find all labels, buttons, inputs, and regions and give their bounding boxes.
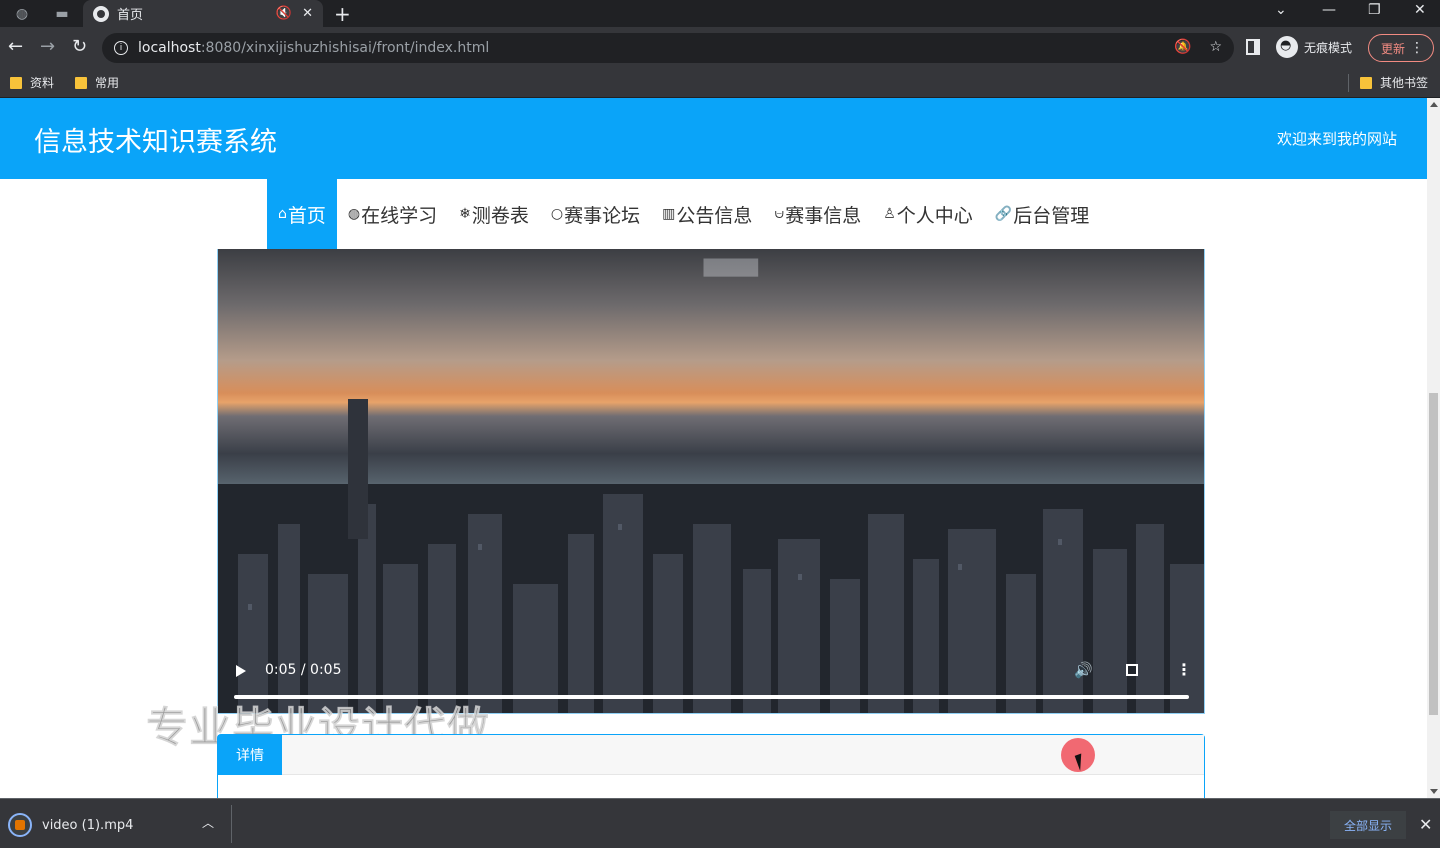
nav-item-events[interactable]: ⩁ 赛事信息 [763, 179, 872, 249]
forward-arrow-icon[interactable]: → [40, 37, 55, 57]
globe-icon[interactable]: ◍ [12, 4, 32, 24]
bookmark-label: 资料 [30, 76, 55, 90]
scroll-up-icon[interactable] [1430, 102, 1438, 107]
close-tab-icon[interactable]: ✕ [302, 6, 313, 21]
new-tab-button[interactable]: + [334, 2, 351, 26]
nav-item-announcements[interactable]: ▥ 公告信息 [651, 179, 763, 249]
nav-label: 首页 [287, 204, 326, 227]
page-viewport: 信息技术知识赛系统 欢迎来到我的网站 ⌂ 首页 ◍ 在线学习 ❄ 测卷表 ○ 赛… [0, 98, 1427, 798]
more-options-icon[interactable]: ⋮ [1176, 660, 1192, 679]
side-panel-icon[interactable] [1246, 39, 1260, 55]
nav-item-profile[interactable]: ♙ 个人中心 [872, 179, 984, 249]
site-info-icon[interactable]: i [114, 41, 128, 55]
divider [1348, 74, 1349, 92]
details-header: 详情 [218, 735, 1204, 775]
nav-label: 赛事信息 [785, 204, 862, 227]
play-icon[interactable] [236, 665, 246, 677]
tab-details[interactable]: 详情 [218, 735, 282, 775]
home-icon: ⌂ [278, 206, 287, 222]
back-arrow-icon[interactable]: ← [8, 37, 23, 57]
snowflake-icon: ❄ [459, 206, 471, 222]
announcement-icon: ▥ [662, 206, 676, 222]
nav-item-online-learning[interactable]: ◍ 在线学习 [337, 179, 448, 249]
other-bookmarks[interactable]: 其他书签 [1360, 74, 1428, 91]
bookmark-folder-changyong[interactable]: 常用 [75, 74, 119, 91]
incognito-icon [1276, 36, 1298, 58]
nav-label: 个人中心 [896, 204, 973, 227]
tower-image [348, 399, 368, 539]
scroll-down-icon[interactable] [1430, 789, 1438, 794]
nav-item-admin[interactable]: 🔗 后台管理 [984, 179, 1100, 249]
url-host: localhost [138, 40, 201, 56]
browser-tab-bar: ◍ ▬ 首页 🔇 ✕ + ⌄ — ❐ ✕ [0, 0, 1440, 27]
close-window-icon[interactable]: ✕ [1414, 2, 1426, 18]
reload-icon[interactable]: ↻ [72, 37, 87, 57]
other-bookmarks-label: 其他书签 [1380, 76, 1429, 90]
nav-label: 赛事论坛 [564, 204, 641, 227]
video-player[interactable]: ▌ 0:05 / 0:05 🔊 ⋮ [217, 249, 1205, 714]
show-all-button[interactable]: 全部显示 [1330, 811, 1406, 839]
mute-tab-icon[interactable]: 🔇 [276, 6, 292, 21]
update-button[interactable]: 更新 ⋮ [1368, 34, 1434, 62]
site-favicon-icon [93, 5, 109, 22]
incognito-indicator[interactable]: 无痕模式 [1276, 36, 1352, 58]
tab-title: 首页 [117, 8, 144, 23]
nav-label: 公告信息 [676, 204, 753, 227]
nav-item-home[interactable]: ⌂ 首页 [267, 179, 337, 249]
folder-icon [1360, 76, 1372, 89]
bookmarks-bar: 资料 常用 其他书签 [0, 68, 1440, 98]
book-icon: ⩁ [774, 206, 785, 222]
download-shelf: video (1).mp4 ︿ 全部显示 ✕ [0, 798, 1440, 848]
nav-item-forum[interactable]: ○ 赛事论坛 [540, 179, 651, 249]
video-time: 0:05 / 0:05 [265, 662, 342, 678]
volume-icon[interactable]: 🔊 [1074, 661, 1093, 679]
scroll-thumb[interactable] [1429, 393, 1438, 715]
download-item[interactable]: video (1).mp4 [8, 813, 133, 837]
bookmark-label: 常用 [95, 76, 120, 90]
fullscreen-icon[interactable] [1126, 664, 1138, 676]
bookmark-folder-ziliao[interactable]: 资料 [10, 74, 54, 91]
restore-icon[interactable]: ❐ [1368, 2, 1381, 18]
minimize-icon[interactable]: — [1322, 2, 1336, 18]
nav-item-test-papers[interactable]: ❄ 测卷表 [448, 179, 540, 249]
tab-list-chevron-icon[interactable]: ⌄ [1275, 2, 1287, 18]
page-scrollbar[interactable] [1427, 98, 1440, 798]
blocked-popup-icon[interactable]: 🔕 [1174, 39, 1191, 55]
nav-label: 后台管理 [1013, 204, 1090, 227]
link-icon: 🔗 [994, 206, 1013, 222]
divider [231, 805, 232, 843]
user-icon: ♙ [883, 206, 896, 222]
chat-bubble-icon: ○ [550, 206, 564, 222]
incognito-label: 无痕模式 [1304, 40, 1353, 55]
update-label: 更新 [1381, 41, 1406, 56]
tab-home[interactable]: 首页 🔇 ✕ [83, 0, 323, 27]
url-bar[interactable]: i localhost:8080/xinxijishuzhishisai/fro… [102, 33, 1234, 63]
tab-search-icon[interactable]: ▬ [52, 4, 72, 24]
close-icon[interactable]: ✕ [1419, 815, 1432, 834]
chevron-up-icon[interactable]: ︿ [202, 814, 214, 831]
site-title: 信息技术知识赛系统 [34, 127, 277, 158]
folder-icon [75, 76, 87, 89]
menu-dots-icon[interactable]: ⋮ [1410, 40, 1424, 56]
download-filename: video (1).mp4 [42, 817, 134, 833]
site-header: 信息技术知识赛系统 欢迎来到我的网站 [0, 98, 1427, 179]
nav-label: 在线学习 [361, 204, 438, 227]
details-panel: 详情 [217, 734, 1205, 798]
video-file-icon [8, 813, 32, 837]
address-toolbar: ← → ↻ i localhost:8080/xinxijishuzhishis… [0, 27, 1440, 68]
nav-label: 测卷表 [471, 204, 529, 227]
folder-icon [10, 76, 22, 89]
welcome-text: 欢迎来到我的网站 [1276, 130, 1397, 148]
video-frame-image: ▌ [218, 249, 1204, 713]
main-nav: ⌂ 首页 ◍ 在线学习 ❄ 测卷表 ○ 赛事论坛 ▥ 公告信息 ⩁ 赛事信息 ♙… [267, 179, 1100, 249]
globe-icon: ◍ [347, 206, 361, 222]
bookmark-star-icon[interactable]: ☆ [1209, 39, 1222, 55]
url-path: :8080/xinxijishuzhishisai/front/index.ht… [200, 40, 490, 56]
calligraphy-watermark: ▌ [704, 259, 758, 295]
